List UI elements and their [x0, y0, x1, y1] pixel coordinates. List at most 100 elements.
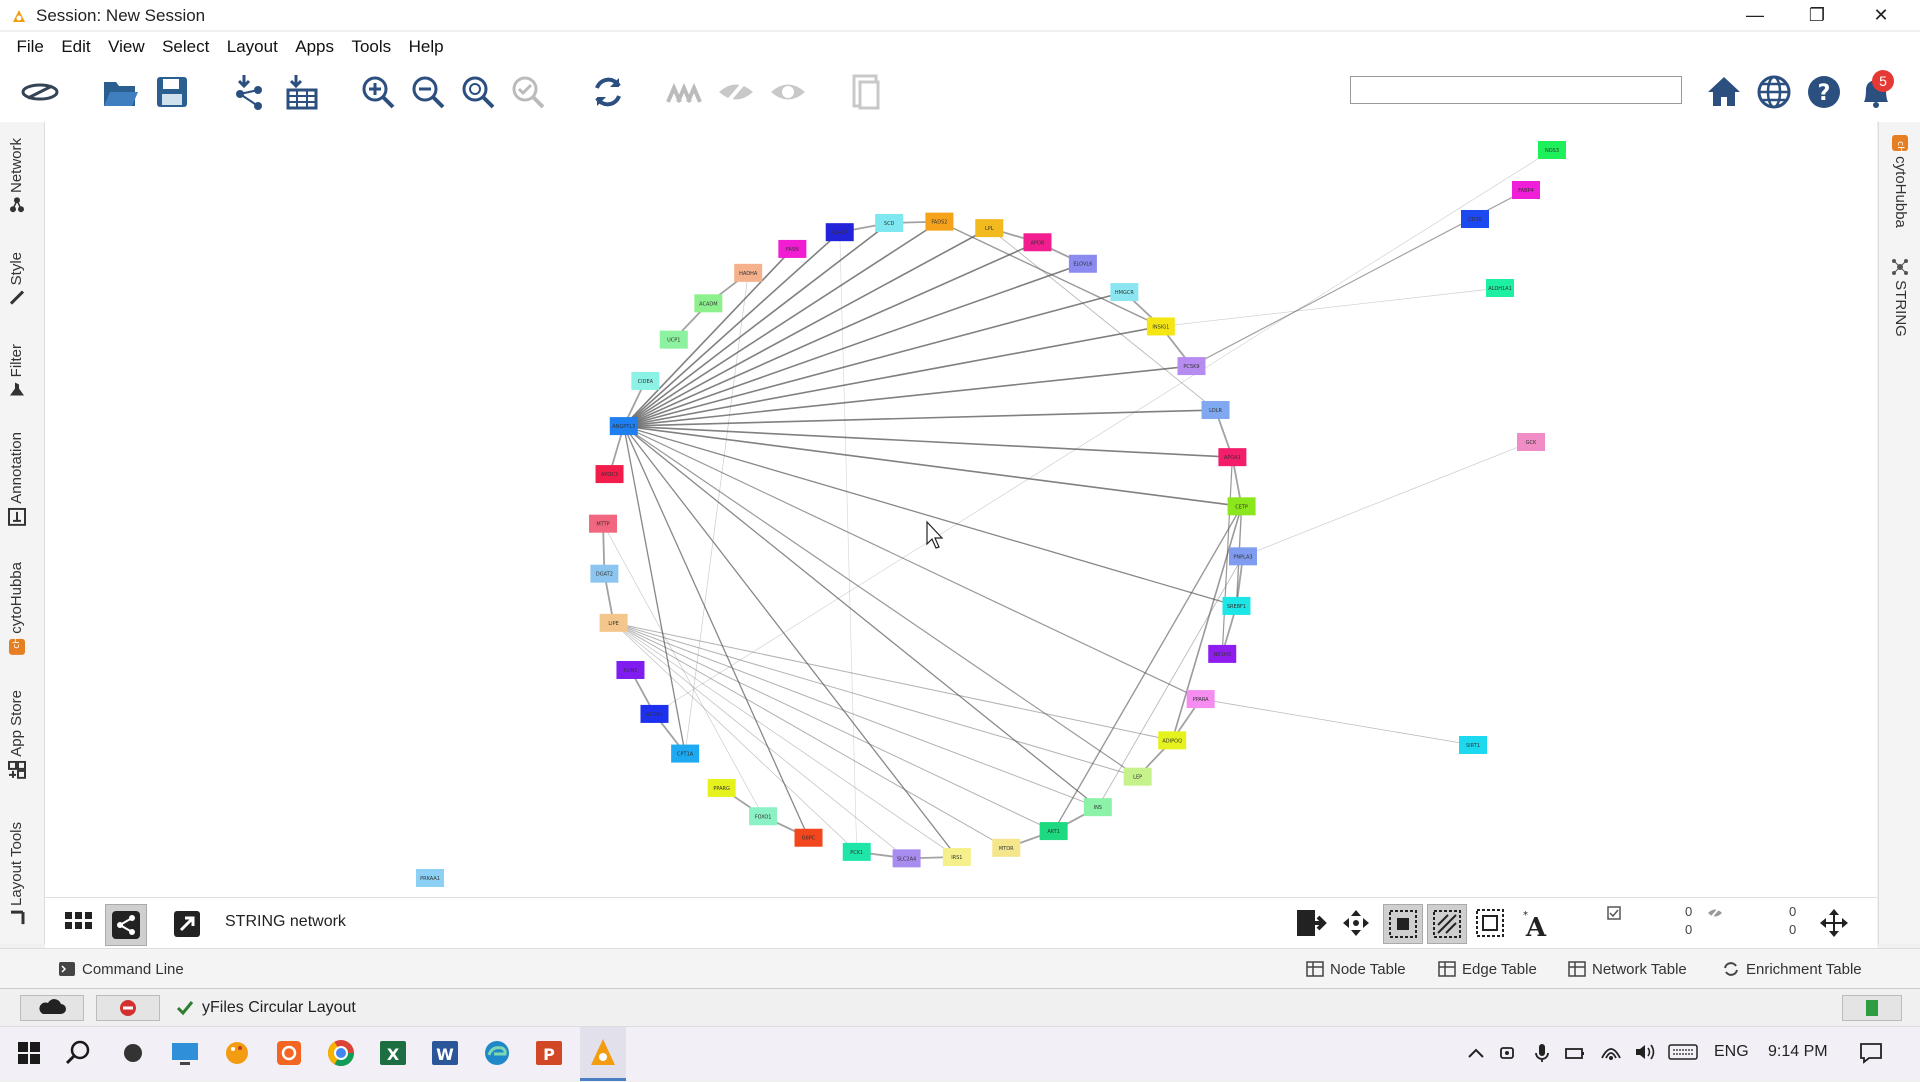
network-edge[interactable] — [1097, 556, 1244, 808]
hide-icon[interactable] — [716, 72, 756, 112]
menu-layout[interactable]: Layout — [221, 32, 285, 57]
desktop-icon[interactable] — [168, 1036, 202, 1070]
network-node[interactable]: ANGPTL3 — [609, 417, 638, 436]
help-icon[interactable]: ? — [1804, 72, 1844, 112]
node-table-tab[interactable]: Node Table — [1306, 961, 1406, 978]
network-edge[interactable] — [623, 227, 990, 427]
powerpoint-icon[interactable]: P — [532, 1036, 566, 1070]
network-node[interactable]: HADHA — [734, 263, 763, 282]
tab-layout-tools[interactable]: Layout Tools — [8, 822, 25, 926]
refresh-icon[interactable] — [588, 72, 628, 112]
zoom-in-icon[interactable] — [358, 72, 398, 112]
network-edge[interactable] — [613, 622, 958, 858]
cancel-task-button[interactable] — [96, 995, 160, 1021]
network-node[interactable]: CETP — [1227, 497, 1256, 516]
home-icon[interactable] — [1704, 72, 1744, 112]
network-node[interactable]: PNPLA3 — [1228, 547, 1257, 566]
save-icon[interactable] — [152, 72, 192, 112]
network-node[interactable]: MTOR — [992, 838, 1021, 857]
network-node[interactable]: ACOX1 — [640, 704, 669, 723]
detach-view-icon[interactable] — [171, 908, 203, 940]
navigator-icon[interactable] — [1817, 906, 1851, 940]
import-network-icon[interactable] — [230, 72, 270, 112]
network-node[interactable]: LEP — [1123, 767, 1152, 786]
network-edge[interactable] — [613, 622, 1007, 849]
network-node[interactable]: FOXO1 — [749, 807, 778, 826]
network-node[interactable]: CD36 — [1461, 210, 1489, 228]
menu-help[interactable]: Help — [403, 32, 451, 57]
network-node[interactable]: CPT1A — [671, 744, 700, 763]
edge-table-tab[interactable]: Edge Table — [1438, 961, 1537, 978]
network-node[interactable]: SLC2A4 — [892, 849, 921, 868]
cortana-icon[interactable] — [116, 1036, 150, 1070]
network-node[interactable]: APOB — [1023, 233, 1052, 252]
tab-filter[interactable]: Filter — [8, 344, 25, 398]
network-edge[interactable] — [1242, 441, 1532, 557]
zoom-out-icon[interactable] — [408, 72, 448, 112]
cloud-button[interactable] — [20, 995, 84, 1021]
network-edge[interactable] — [623, 409, 1216, 427]
zoom-selected-icon[interactable] — [508, 72, 548, 112]
network-node[interactable]: SREBF1 — [1222, 596, 1251, 615]
network-node[interactable]: DGAT2 — [590, 564, 619, 583]
app-orange-icon[interactable] — [272, 1036, 306, 1070]
network-node[interactable]: INS — [1083, 798, 1112, 817]
network-edge[interactable] — [623, 222, 890, 427]
network-edge[interactable] — [623, 425, 958, 858]
hide-selected-icon[interactable] — [664, 72, 704, 112]
zoom-fit-icon[interactable] — [458, 72, 498, 112]
network-node[interactable]: NR1H3 — [1208, 644, 1237, 663]
windows-start-icon[interactable] — [12, 1036, 46, 1070]
chevron-up-icon[interactable] — [1466, 1045, 1486, 1061]
network-node[interactable]: SIRT1 — [1459, 736, 1487, 754]
microphone-icon[interactable] — [1532, 1042, 1552, 1064]
network-edge[interactable] — [623, 425, 1242, 508]
select-annotations-icon[interactable] — [1473, 906, 1507, 940]
network-node[interactable]: APOA1 — [1218, 448, 1247, 467]
network-edge[interactable] — [654, 149, 1553, 715]
cytoscape-logo-icon[interactable] — [20, 72, 60, 112]
show-all-icon[interactable] — [768, 72, 808, 112]
network-node[interactable]: PPARG — [707, 778, 736, 797]
tab-cytohubba[interactable]: cH cytoHubba — [8, 562, 26, 656]
globe-icon[interactable] — [1754, 72, 1794, 112]
language-indicator[interactable]: ENG — [1714, 1043, 1749, 1061]
network-node[interactable]: AKT1 — [1039, 822, 1068, 841]
network-canvas[interactable]: FASN ACACA SCD FADS2 LPL APOB ELOVL6 HMGCR INSIG… — [45, 122, 1877, 897]
menu-select[interactable]: Select — [156, 32, 216, 57]
chrome-icon[interactable] — [324, 1036, 358, 1070]
network-node[interactable]: MTTP — [589, 514, 618, 533]
network-view[interactable]: FASN ACACA SCD FADS2 LPL APOB ELOVL6 HMGCR INSIG… — [45, 122, 1877, 897]
tab-annotation[interactable]: Annotation — [8, 432, 26, 526]
new-network-icon[interactable] — [846, 72, 886, 112]
close-button[interactable]: ✕ — [1858, 0, 1904, 30]
network-node[interactable]: GCK — [1517, 433, 1545, 451]
network-node[interactable]: LDLR — [1201, 401, 1230, 420]
network-edge[interactable] — [839, 232, 858, 852]
network-node[interactable]: INSIG1 — [1146, 317, 1175, 336]
tab-style[interactable]: Style — [8, 252, 25, 306]
restore-button[interactable]: ❐ — [1794, 0, 1840, 30]
enrichment-table-tab[interactable]: Enrichment Table — [1722, 961, 1862, 978]
network-edge[interactable] — [1200, 698, 1474, 746]
network-node[interactable]: SCD — [875, 214, 904, 233]
network-node[interactable]: ELOVL6 — [1068, 254, 1097, 273]
network-node[interactable]: LIPE — [599, 613, 628, 632]
network-node[interactable]: PCSK9 — [1177, 357, 1206, 376]
select-edges-toggle[interactable] — [1427, 904, 1467, 944]
tab-app-store[interactable]: App Store — [8, 690, 26, 779]
edge-browser-icon[interactable] — [480, 1036, 514, 1070]
grid-view-icon[interactable] — [63, 908, 95, 940]
network-node[interactable]: ACACA — [825, 223, 854, 242]
minimize-button[interactable]: — — [1732, 0, 1778, 30]
text-annotation-icon[interactable]: A* — [1517, 906, 1551, 940]
network-node[interactable]: PPARA — [1186, 690, 1215, 709]
keyboard-icon[interactable] — [1668, 1043, 1698, 1061]
network-node[interactable]: ALDH1A1 — [1486, 279, 1514, 297]
excel-icon[interactable]: X — [376, 1036, 410, 1070]
network-node[interactable]: FADS2 — [925, 212, 954, 231]
memory-button[interactable] — [1842, 995, 1902, 1021]
network-node[interactable]: ADIPOQ — [1158, 731, 1187, 750]
menu-tools[interactable]: Tools — [345, 32, 398, 57]
network-node[interactable]: ACADM — [694, 294, 723, 313]
